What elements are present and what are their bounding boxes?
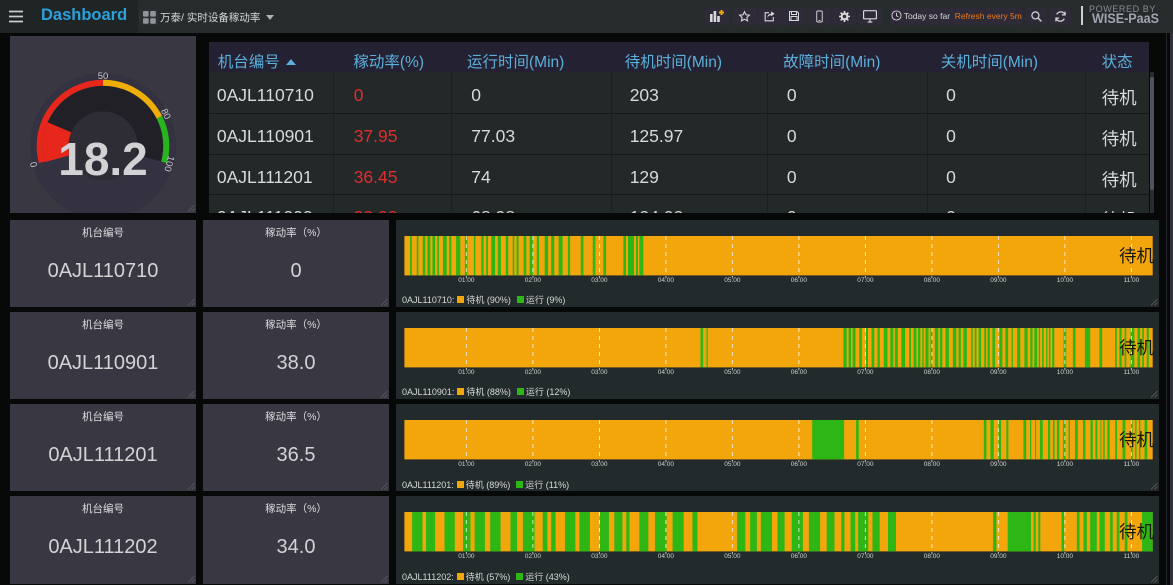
svg-text:50: 50 — [98, 71, 109, 82]
